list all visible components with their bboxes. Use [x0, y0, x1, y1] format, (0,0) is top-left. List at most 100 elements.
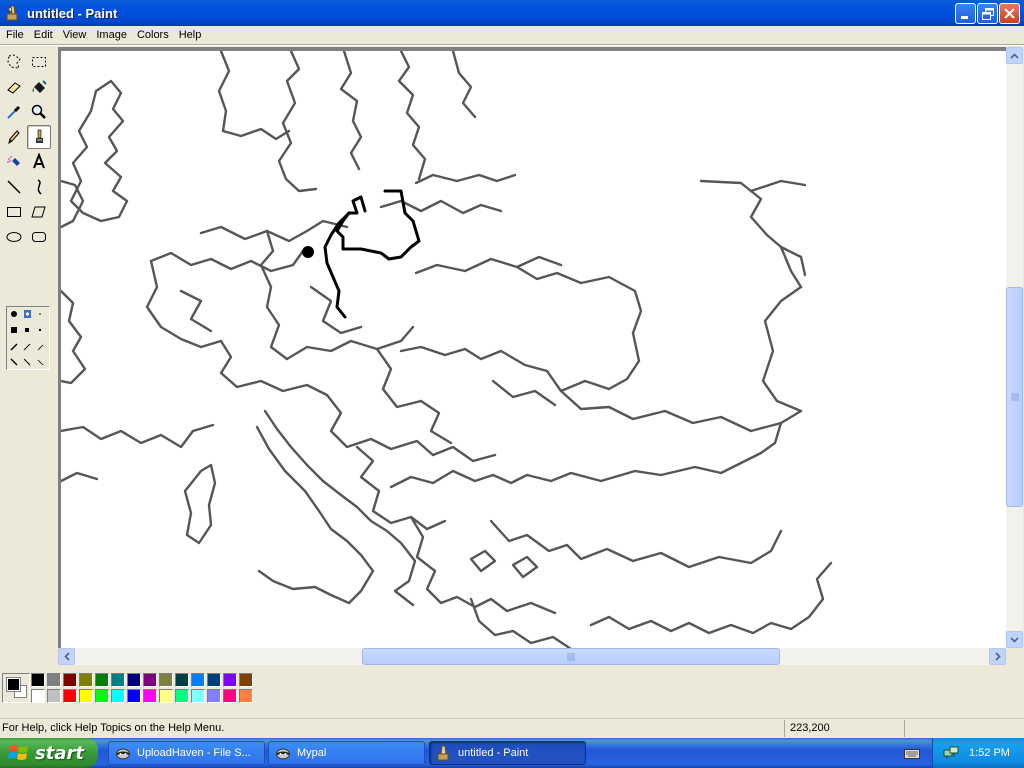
menu-bar: File Edit View Image Colors Help [0, 26, 1024, 44]
grip-icon [1010, 393, 1019, 401]
palette-swatch[interactable] [63, 673, 77, 687]
swatch-color [32, 690, 44, 702]
status-bar: For Help, click Help Topics on the Help … [0, 718, 1024, 738]
horizontal-scroll-thumb[interactable] [362, 648, 780, 665]
swatch-color [64, 674, 76, 686]
airbrush-icon [7, 156, 20, 166]
menu-help[interactable]: Help [175, 29, 208, 41]
palette-swatch[interactable] [95, 689, 109, 703]
palette-swatch[interactable] [143, 673, 157, 687]
palette-swatch[interactable] [127, 689, 141, 703]
swatch-color [240, 674, 252, 686]
keyboard-icon[interactable] [904, 746, 920, 760]
fill-tool[interactable] [27, 75, 51, 99]
swatch-color [208, 690, 220, 702]
palette-swatch[interactable] [239, 689, 253, 703]
menu-file[interactable]: File [2, 29, 30, 41]
swatch-color [160, 674, 172, 686]
foreground-color-swatch [7, 678, 20, 691]
palette-swatch[interactable] [63, 689, 77, 703]
cursor-coordinates: 223,200 [790, 722, 830, 734]
horizontal-scrollbar[interactable] [58, 648, 1006, 665]
close-button[interactable] [999, 3, 1020, 24]
airbrush-tool[interactable] [2, 150, 26, 174]
title-bar[interactable]: untitled - Paint [0, 0, 1024, 26]
scroll-down-button[interactable] [1006, 631, 1023, 648]
select-tool[interactable] [27, 50, 51, 74]
palette-swatch[interactable] [143, 689, 157, 703]
palette-swatch[interactable] [223, 689, 237, 703]
palette-swatch[interactable] [31, 673, 45, 687]
scroll-up-button[interactable] [1006, 47, 1023, 64]
taskbar-item-paint[interactable]: untitled - Paint [429, 741, 586, 765]
pick-color-tool[interactable] [2, 100, 26, 124]
europe-outline-map-drawing [61, 51, 833, 648]
palette-swatch[interactable] [159, 689, 173, 703]
palette-swatch[interactable] [127, 673, 141, 687]
ellipse-icon [6, 232, 22, 242]
swatch-color [128, 690, 140, 702]
text-tool[interactable] [27, 150, 51, 174]
rectangle-tool[interactable] [2, 200, 26, 224]
paint-app-icon [6, 5, 18, 21]
vertical-scrollbar[interactable] [1006, 47, 1023, 648]
palette-swatch[interactable] [175, 689, 189, 703]
scrollbar-corner [1006, 648, 1023, 665]
clock[interactable]: 1:52 PM [969, 747, 1010, 759]
palette-swatch[interactable] [223, 673, 237, 687]
palette-swatch[interactable] [159, 673, 173, 687]
menu-edit[interactable]: Edit [30, 29, 59, 41]
taskbar-item-mypal[interactable]: Mypal [268, 741, 425, 765]
start-button[interactable]: start [0, 738, 98, 768]
eraser-tool[interactable] [2, 75, 26, 99]
pencil-tool[interactable] [2, 125, 26, 149]
taskbar: start UploadHaven - File S... Mypal unti… [0, 738, 1024, 768]
palette-swatch[interactable] [95, 673, 109, 687]
palette-swatch[interactable] [191, 689, 205, 703]
curve-tool[interactable] [27, 175, 51, 199]
palette-swatch[interactable] [31, 689, 45, 703]
vertical-scroll-thumb[interactable] [1006, 287, 1023, 507]
status-coordinates: 223,200 [784, 720, 902, 737]
network-icon[interactable] [943, 745, 959, 761]
palette-swatch[interactable] [47, 689, 61, 703]
swatch-color [48, 690, 60, 702]
palette-swatch[interactable] [111, 673, 125, 687]
restore-button[interactable] [977, 3, 998, 24]
minimize-button[interactable] [955, 3, 976, 24]
palette-swatch[interactable] [191, 673, 205, 687]
palette-swatch[interactable] [239, 673, 253, 687]
palette-swatch[interactable] [207, 673, 221, 687]
rectangle-icon [7, 207, 21, 217]
polygon-tool[interactable] [27, 200, 51, 224]
brush-icon [36, 129, 43, 143]
palette-swatch[interactable] [175, 673, 189, 687]
scroll-right-button[interactable] [989, 648, 1006, 665]
rounded-rectangle-tool[interactable] [27, 225, 51, 249]
taskbar-item-uploadhaven[interactable]: UploadHaven - File S... [108, 741, 265, 765]
menu-image[interactable]: Image [92, 29, 133, 41]
scroll-left-button[interactable] [58, 648, 75, 665]
taskbar-item-label: Mypal [297, 747, 327, 759]
arrow-left-icon [63, 652, 70, 661]
palette-swatch[interactable] [79, 673, 93, 687]
swatch-color [208, 674, 220, 686]
window-title: untitled - Paint [27, 5, 118, 21]
line-tool[interactable] [2, 175, 26, 199]
menu-colors[interactable]: Colors [133, 29, 175, 41]
magnifier-tool[interactable] [27, 100, 51, 124]
drawing-canvas[interactable] [61, 51, 1006, 648]
arrow-right-icon [994, 652, 1001, 661]
palette-swatch[interactable] [47, 673, 61, 687]
palette-swatch[interactable] [79, 689, 93, 703]
swatch-color [160, 690, 172, 702]
menu-view[interactable]: View [59, 29, 93, 41]
select-icon [32, 57, 46, 67]
brush-shape-options[interactable] [6, 306, 50, 370]
brush-tool[interactable] [27, 125, 51, 149]
free-form-select-tool[interactable] [2, 50, 26, 74]
palette-swatch[interactable] [111, 689, 125, 703]
magnifier-icon [31, 104, 46, 119]
palette-swatch[interactable] [207, 689, 221, 703]
ellipse-tool[interactable] [2, 225, 26, 249]
